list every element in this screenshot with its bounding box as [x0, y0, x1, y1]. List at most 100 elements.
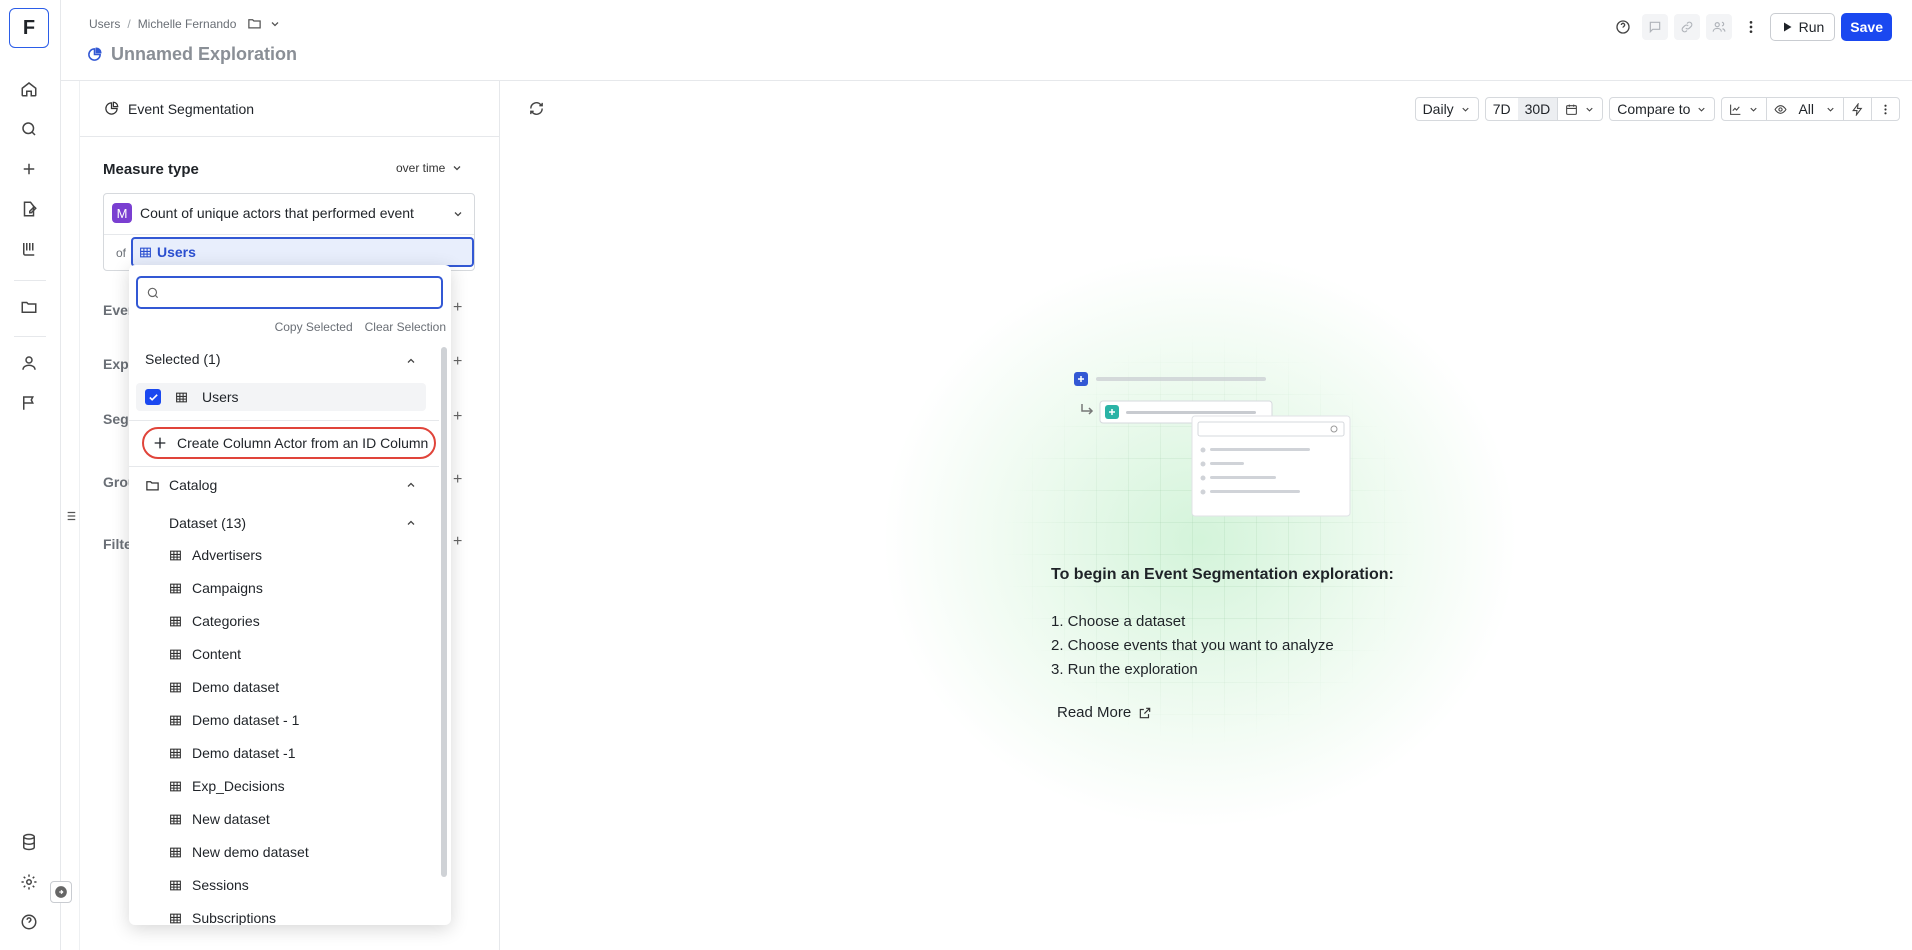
chevron-up-icon[interactable]: [405, 479, 417, 491]
measure-mode-value: over time: [396, 161, 446, 175]
calendar-button[interactable]: [1557, 98, 1602, 120]
share-users-icon[interactable]: [1705, 14, 1732, 40]
add-filter-button[interactable]: +: [453, 533, 462, 551]
breadcrumb-separator: /: [127, 16, 131, 31]
flag-icon[interactable]: [18, 392, 40, 414]
more-options-button[interactable]: [1871, 98, 1899, 120]
chevron-up-icon[interactable]: [405, 517, 417, 529]
gear-icon[interactable]: [18, 871, 40, 893]
add-experiment-button[interactable]: +: [453, 353, 462, 371]
copy-selected-button[interactable]: Copy Selected: [275, 320, 353, 334]
help-icon[interactable]: [18, 911, 40, 933]
collapse-rail-button[interactable]: [50, 881, 72, 903]
checkbox-checked[interactable]: [145, 389, 161, 405]
dropdown-search[interactable]: [136, 276, 443, 309]
range-7d-button[interactable]: 7D: [1486, 98, 1518, 120]
table-icon: [170, 550, 181, 560]
dataset-item[interactable]: Demo dataset - 1: [169, 712, 299, 728]
selected-item-row[interactable]: Users: [136, 383, 426, 411]
dataset-item[interactable]: Advertisers: [169, 547, 262, 563]
edit-document-icon[interactable]: [18, 198, 40, 220]
dataset-item[interactable]: Campaigns: [169, 580, 263, 596]
actor-selected-value: Users: [157, 244, 196, 260]
save-button[interactable]: Save: [1841, 13, 1892, 41]
folder-icon[interactable]: [18, 296, 40, 318]
home-icon[interactable]: [18, 78, 40, 100]
table-icon: [140, 247, 151, 257]
chevron-down-icon: [1750, 107, 1758, 112]
step-item: 2. Choose events that you want to analyz…: [1051, 637, 1334, 654]
link-icon[interactable]: [1673, 14, 1700, 40]
granularity-select[interactable]: Daily: [1414, 97, 1479, 121]
search-icon: [147, 287, 159, 298]
dataset-item-label: Demo dataset: [192, 679, 280, 695]
list-icon[interactable]: [63, 509, 77, 523]
step-item: 1. Choose a dataset: [1051, 613, 1186, 630]
chart-type-button[interactable]: [1722, 98, 1766, 120]
page-title[interactable]: Unnamed Exploration: [111, 44, 297, 65]
compare-to-select[interactable]: Compare to: [1609, 97, 1716, 121]
chevron-down-icon[interactable]: [269, 18, 281, 30]
folder-icon[interactable]: [247, 16, 262, 31]
measure-mode-select[interactable]: over time: [396, 161, 463, 175]
range-30d-button[interactable]: 30D: [1517, 98, 1558, 120]
step-item: 3. Run the exploration: [1051, 661, 1198, 678]
database-icon[interactable]: [18, 831, 40, 853]
add-segment-button[interactable]: +: [453, 408, 462, 426]
rail-divider: [14, 280, 46, 281]
left-rail: F: [0, 0, 61, 950]
table-icon: [170, 682, 181, 692]
app-logo[interactable]: F: [9, 8, 49, 48]
breadcrumb-owner[interactable]: Michelle Fernando: [138, 17, 237, 31]
add-event-button[interactable]: +: [453, 299, 462, 317]
dropdown-search-input[interactable]: [166, 285, 441, 300]
dataset-item-label: Exp_Decisions: [192, 778, 285, 794]
dropdown-scrollbar[interactable]: [441, 347, 447, 877]
comment-icon[interactable]: [1641, 14, 1668, 40]
dataset-item[interactable]: Categories: [169, 613, 260, 629]
create-column-actor-button[interactable]: Create Column Actor from an ID Column: [142, 427, 436, 459]
dataset-item[interactable]: Demo dataset: [169, 679, 279, 695]
measure-badge: M: [112, 203, 132, 223]
arrow-right-icon: [55, 886, 67, 898]
table-icon: [170, 781, 181, 791]
chart-toolbar: Daily 7D 30D Compare to All: [1414, 97, 1900, 121]
refresh-icon[interactable]: [528, 100, 545, 117]
clear-selection-button[interactable]: Clear Selection: [365, 320, 446, 334]
run-button[interactable]: Run: [1769, 13, 1836, 41]
folder-icon: [146, 480, 159, 490]
dataset-item[interactable]: Content: [169, 646, 241, 662]
dataset-item[interactable]: Subscriptions: [169, 910, 276, 925]
actor-select[interactable]: Users: [131, 237, 474, 267]
measure-select: M Count of unique actors that performed …: [103, 193, 475, 271]
breadcrumb-root[interactable]: Users: [89, 17, 120, 31]
lightning-button[interactable]: [1843, 98, 1871, 120]
dataset-item-label: New demo dataset: [192, 844, 309, 860]
table-icon: [170, 847, 181, 857]
plus-icon[interactable]: [18, 158, 40, 180]
add-group-button[interactable]: +: [453, 471, 462, 489]
visibility-button[interactable]: All: [1766, 98, 1843, 120]
dataset-item[interactable]: New dataset: [169, 811, 270, 827]
more-vertical-icon[interactable]: [1738, 14, 1764, 40]
pie-chart-icon: [105, 101, 119, 115]
table-icon: [176, 392, 187, 402]
dataset-item[interactable]: Demo dataset -1: [169, 745, 296, 761]
chevron-down-icon[interactable]: [452, 208, 464, 220]
run-label: Run: [1798, 19, 1825, 35]
selected-item-label: Users: [202, 389, 239, 405]
chevron-down-icon: [1827, 107, 1834, 112]
read-more-link[interactable]: Read More: [1057, 704, 1152, 721]
user-icon[interactable]: [18, 352, 40, 374]
dataset-item[interactable]: Exp_Decisions: [169, 778, 285, 794]
play-icon: [1783, 22, 1792, 32]
dataset-item[interactable]: Sessions: [169, 877, 249, 893]
measure-value-row[interactable]: M Count of unique actors that performed …: [112, 203, 414, 223]
help-icon[interactable]: [1610, 14, 1636, 40]
experiment-icon[interactable]: [18, 238, 40, 260]
table-icon: [170, 649, 181, 659]
dataset-item[interactable]: New demo dataset: [169, 844, 309, 860]
search-icon[interactable]: [18, 118, 40, 140]
lightning-icon: [1852, 102, 1863, 116]
chevron-up-icon[interactable]: [405, 355, 417, 367]
